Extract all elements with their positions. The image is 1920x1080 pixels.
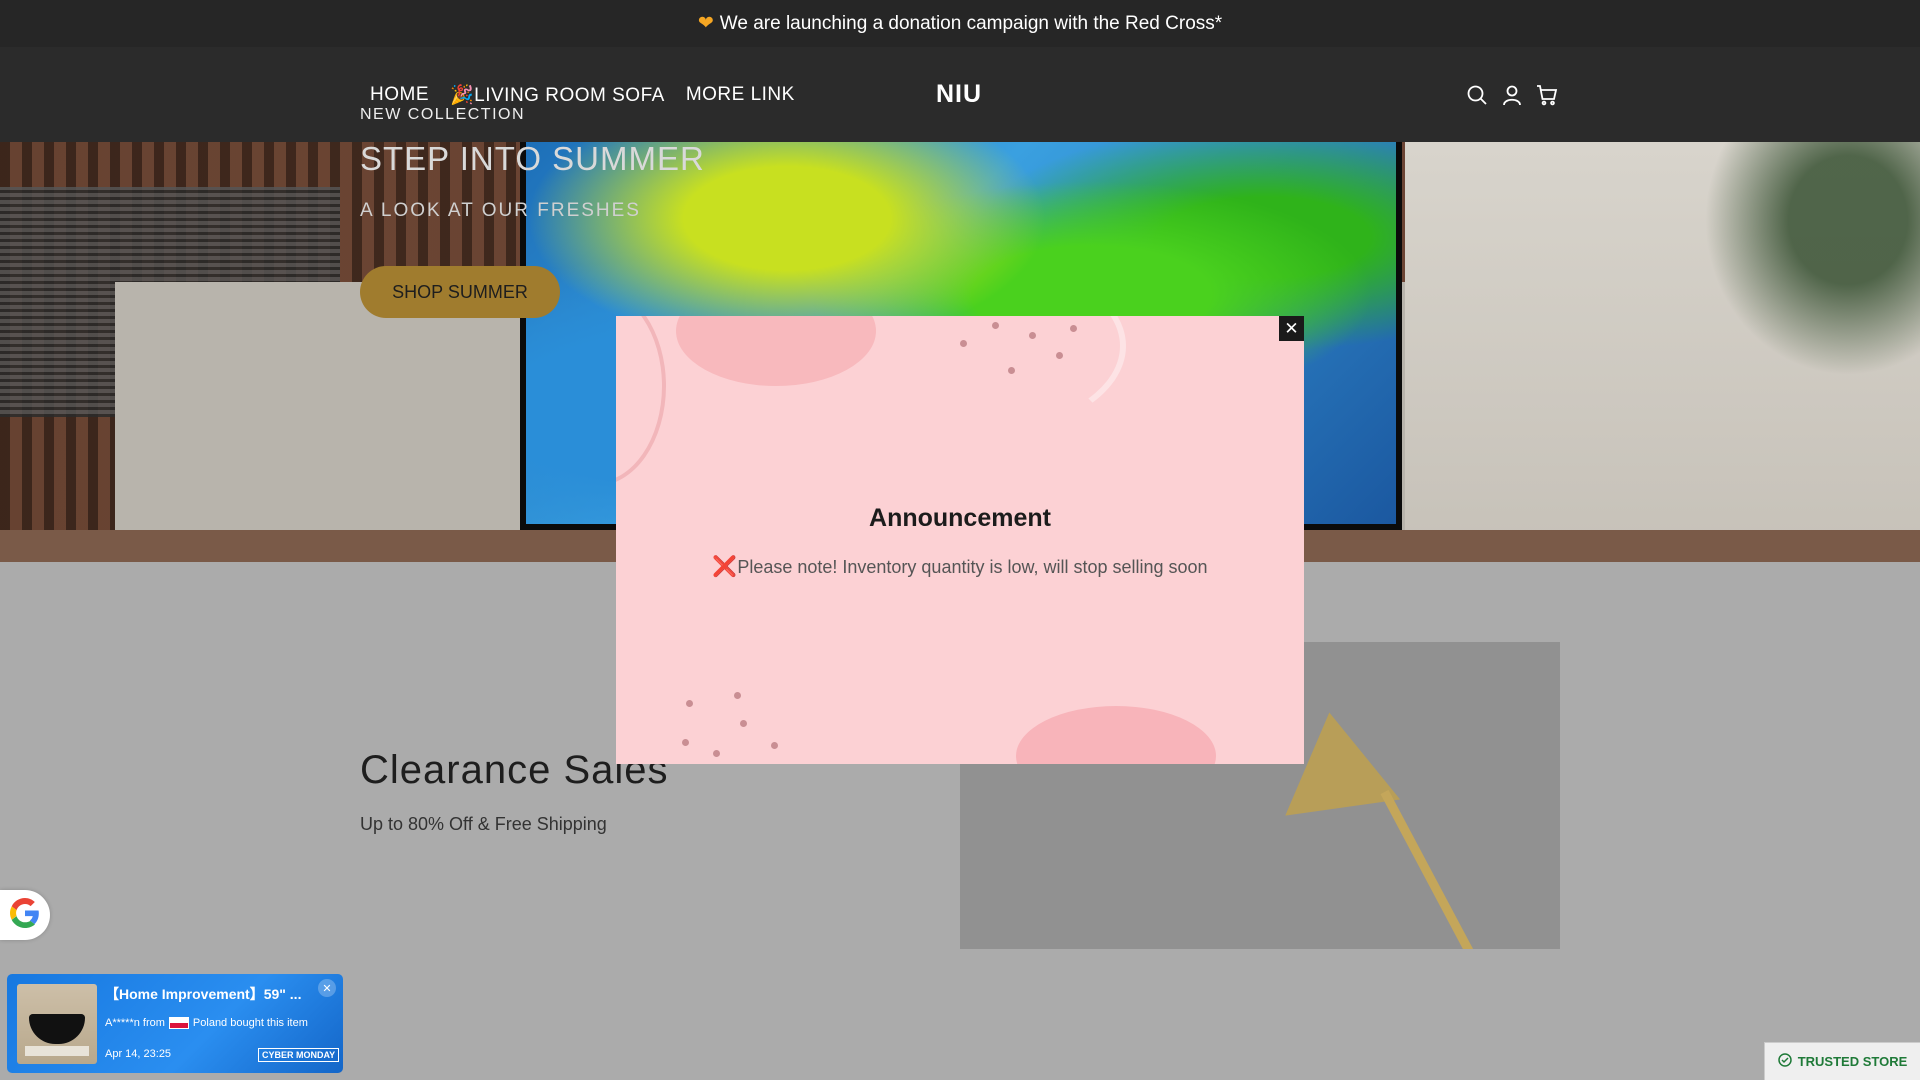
buyer-name: A*****n from [105,1017,165,1029]
google-reviews-badge[interactable] [0,890,50,940]
notification-title: 【Home Improvement】59" ... [105,986,302,1002]
site-header: HOME 🎉LIVING ROOM SOFA MORE LINK NIU [0,47,1920,142]
account-icon[interactable] [1501,84,1523,106]
decor-dot [992,322,999,329]
decor-arc [616,316,666,486]
trusted-store-label: TRUSTED STORE [1797,1054,1908,1069]
decor-dot [1008,367,1015,374]
decor-dot [1029,332,1036,339]
nav-home[interactable]: HOME [370,84,429,106]
bathtub-image [29,1014,85,1044]
cyber-monday-badge: CYBER MONDAY [258,1048,340,1062]
buyer-country: Poland bought this item [192,1017,308,1029]
nav-more-link[interactable]: MORE LINK [686,84,795,106]
decor-dot [682,739,689,746]
heart-icon: ❤ [697,13,714,34]
sales-notification[interactable]: 【Home Improvement】59" ... A*****n from P… [7,974,343,1073]
modal-close-button[interactable]: ✕ [1279,316,1304,341]
announcement-bar: ❤ We are launching a donation campaign w… [0,0,1920,47]
poland-flag-icon [168,1017,189,1029]
modal-message-text: Please note! Inventory quantity is low, … [737,557,1208,577]
shield-check-icon [1777,1053,1792,1070]
plant [1680,142,1920,402]
decor-dot [771,742,778,749]
cross-mark-icon: ❌ [712,556,738,578]
clearance-subtitle: Up to 80% Off & Free Shipping [360,814,607,834]
rug-image [25,1046,89,1056]
decor-blob [1016,706,1216,764]
main-nav: HOME 🎉LIVING ROOM SOFA MORE LINK [370,47,795,142]
shop-summer-button[interactable]: SHOP SUMMER [360,266,560,318]
decor-curve [826,316,1126,436]
notification-date: Apr 14, 23:25 [105,1048,172,1060]
decor-dot [1070,325,1077,332]
trusted-store-badge[interactable]: TRUSTED STORE [1764,1042,1920,1080]
site-logo[interactable]: NIU [936,47,982,142]
google-icon [10,897,40,933]
lamp-pole [1380,789,1483,949]
header-icons [1466,47,1558,142]
announcement-modal: Announcement ❌Please note! Inventory qua… [616,316,1304,764]
search-icon[interactable] [1466,84,1488,106]
nav-living-room-sofa[interactable]: 🎉LIVING ROOM SOFA [450,83,665,107]
decor-dot [1056,352,1063,359]
hero-subtitle: A LOOK AT OUR FRESHES [360,200,641,221]
decor-dot [740,720,747,727]
announcement-text: We are launching a donation campaign wit… [719,12,1223,34]
cart-icon[interactable] [1536,84,1558,106]
notification-buyer-line: A*****n from Poland bought this item [105,1017,308,1029]
notification-close-button[interactable]: ✕ [318,979,336,997]
hero-title: STEP INTO SUMMER [360,140,705,177]
modal-title: Announcement [869,504,1051,532]
hero-eyebrow: NEW COLLECTION [360,106,526,123]
decor-dot [686,700,693,707]
decor-dot [960,340,967,347]
decor-dot [734,692,741,699]
modal-message: ❌Please note! Inventory quantity is low,… [616,554,1304,579]
decor-dot [713,750,720,757]
product-thumbnail [17,984,97,1064]
